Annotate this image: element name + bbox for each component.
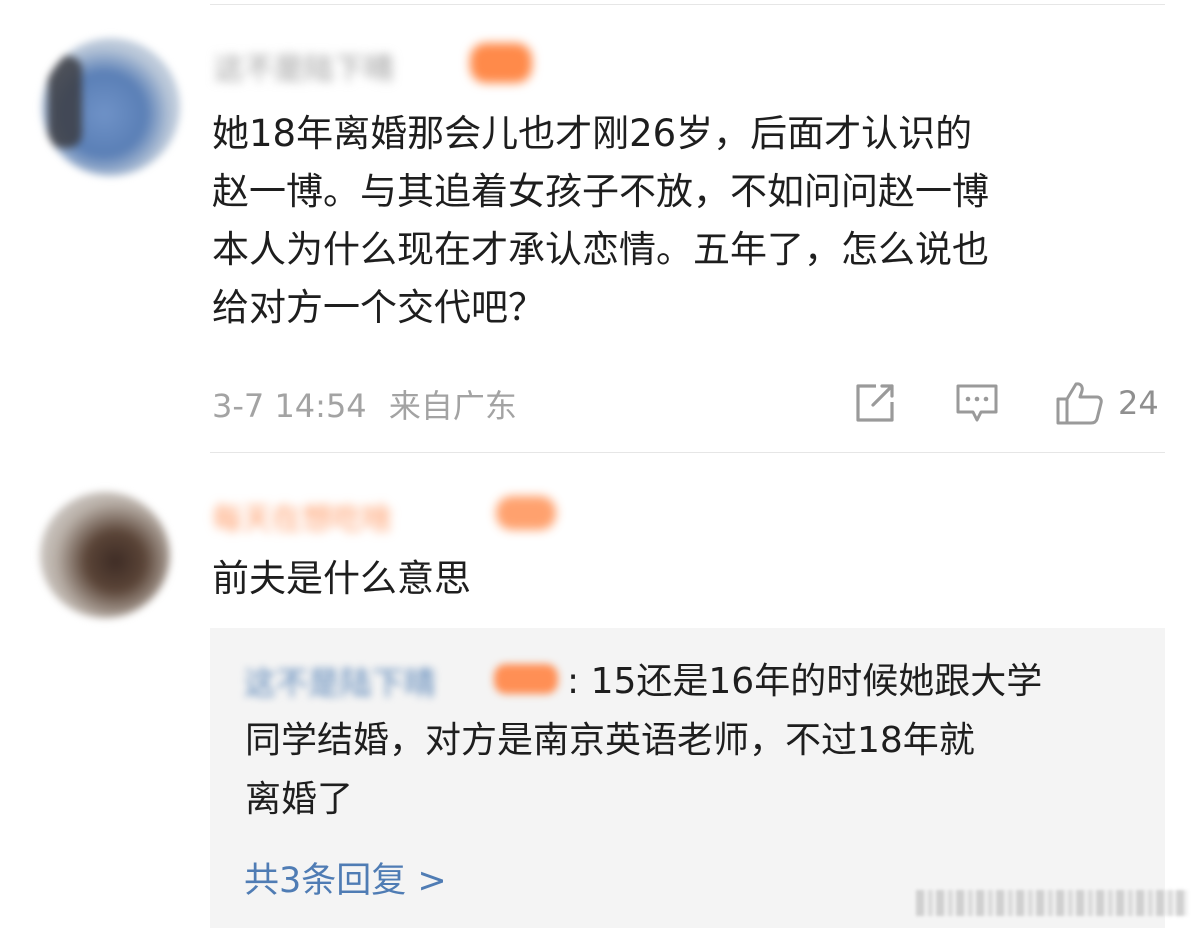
reply-text: : 15还是16年的时候她跟大学 同学结婚，对方是南京英语老师，不过18年就 离… (245, 652, 1125, 829)
reply-line: : 15还是16年的时候她跟大学 (567, 661, 1043, 702)
comment-text: 她18年离婚那会儿也才刚26岁，后面才认识的 赵一博。与其追着女孩子不放，不如问… (212, 105, 1172, 337)
repost-button[interactable] (852, 378, 898, 428)
comment-line: 本人为什么现在才承认恋情。五年了，怎么说也 (212, 228, 989, 271)
top-divider (210, 4, 1165, 5)
comment-date: 3-7 14:54 (212, 387, 367, 425)
watermark (916, 890, 1188, 916)
comment-text: 前夫是什么意思 (212, 557, 471, 600)
avatar[interactable] (40, 492, 170, 618)
reply-line: 离婚了 (245, 779, 354, 820)
comment-divider (210, 452, 1165, 453)
user-badge (496, 496, 556, 530)
comment-username[interactable]: 每天在想吃啥 (212, 494, 392, 538)
thumbs-up-icon (1056, 382, 1103, 425)
comment-icon (956, 384, 998, 422)
comment-line: 她18年离婚那会儿也才刚26岁，后面才认识的 (212, 112, 973, 155)
avatar[interactable] (42, 38, 180, 176)
like-count: 24 (1118, 384, 1159, 422)
reply-preview[interactable]: 这不是陆下晴 : 15还是16年的时候她跟大学 同学结婚，对方是南京英语老师，不… (210, 628, 1165, 928)
like-button[interactable]: 24 (1054, 378, 1159, 428)
comment-location: 来自广东 (388, 387, 517, 425)
user-badge (470, 43, 532, 83)
comment-line: 赵一博。与其追着女孩子不放，不如问问赵一博 (212, 170, 989, 213)
share-icon (856, 384, 894, 422)
comment-line: 给对方一个交代吧？ (212, 286, 545, 329)
reply-line: 同学结婚，对方是南京英语老师，不过18年就 (245, 720, 975, 761)
comment-button[interactable] (954, 378, 1000, 428)
comment-username[interactable]: 这不是陆下晴 (214, 44, 394, 88)
view-all-replies-link[interactable]: 共3条回复 > (244, 852, 447, 903)
comment-meta: 3-7 14:54 来自广东 (212, 381, 517, 427)
